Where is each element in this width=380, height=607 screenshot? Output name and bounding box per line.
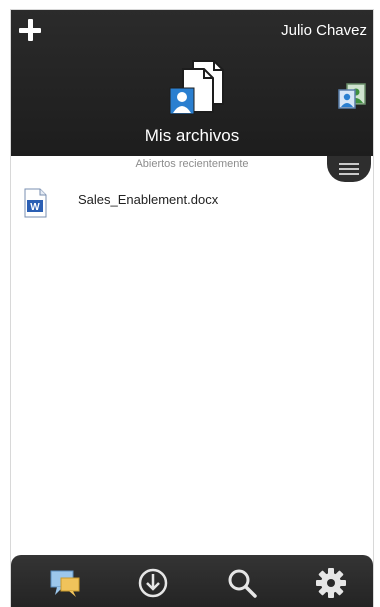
user-name[interactable]: Julio Chavez <box>281 22 367 39</box>
list-item[interactable]: W Sales_Enablement.docx <box>11 184 311 224</box>
menu-lines-icon[interactable] <box>327 156 371 182</box>
app-header: Julio Chavez Mis archivos <box>11 10 373 156</box>
app-window: Julio Chavez Mis archivos Abiertos recie… <box>11 10 373 607</box>
bottom-toolbar <box>11 555 373 607</box>
recent-section-label: Abiertos recientemente <box>135 158 249 170</box>
gear-icon[interactable] <box>313 565 349 601</box>
plus-icon[interactable] <box>15 15 45 45</box>
page-title: Mis archivos <box>144 126 240 145</box>
search-icon[interactable] <box>224 565 260 601</box>
chat-icon[interactable] <box>47 565 83 601</box>
svg-text:W: W <box>30 202 40 213</box>
download-icon[interactable] <box>135 565 171 601</box>
file-name: Sales_Enablement.docx <box>78 192 219 207</box>
shared-with-me-icon[interactable] <box>336 82 368 112</box>
word-doc-icon: W <box>24 188 47 218</box>
my-files-icon <box>169 60 224 115</box>
